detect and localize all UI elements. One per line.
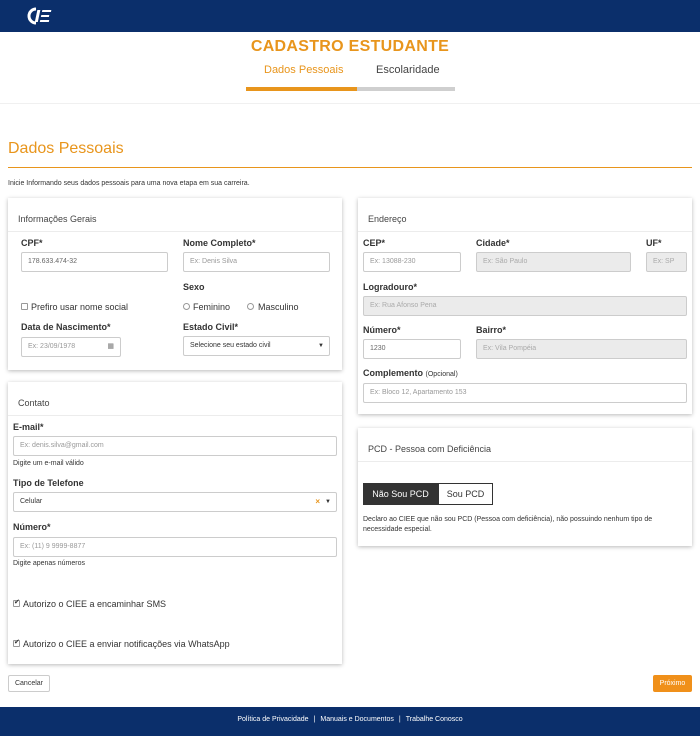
card-title: PCD - Pessoa com Deficiência	[368, 444, 492, 454]
page-title: CADASTRO ESTUDANTE	[250, 38, 450, 55]
pcd-declaration: Declaro ao CIEE que não sou PCD (Pessoa …	[363, 516, 653, 533]
nome-label: Nome Completo*	[183, 238, 256, 248]
card-title: Informações Gerais	[18, 214, 97, 224]
cidade-field: Ex: São Paulo	[476, 252, 631, 272]
complemento-label-text: Complemento	[363, 368, 424, 378]
numero-telefone-field[interactable]: Ex: (11) 9 9999-8877	[13, 537, 337, 557]
nascimento-field[interactable]: Ex: 23/09/1978 ▦	[21, 337, 121, 357]
step-dados-pessoais[interactable]: Dados Pessoais	[264, 64, 344, 76]
footer-link-manuais[interactable]: Manuais e Documentos	[320, 716, 394, 723]
complemento-optional: (Opcional)	[425, 371, 458, 378]
endereco-numero-field[interactable]: 1230	[363, 339, 461, 359]
sou-pcd-button[interactable]: Sou PCD	[438, 483, 493, 505]
email-label: E-mail*	[13, 422, 44, 432]
cpf-field[interactable]: 178.633.474-32	[21, 252, 168, 272]
sms-checkbox[interactable]	[13, 598, 20, 607]
card-divider	[358, 231, 692, 232]
steps-progress-bar	[246, 87, 455, 91]
footer-link-trabalhe[interactable]: Trabalhe Conosco	[406, 716, 463, 723]
nome-field[interactable]: Ex: Denis Silva	[183, 252, 330, 272]
card-title: Contato	[18, 398, 50, 408]
card-divider	[8, 231, 342, 232]
card-divider	[358, 461, 692, 462]
sexo-masculino-label[interactable]: Masculino	[258, 302, 299, 312]
estado-civil-label: Estado Civil*	[183, 322, 239, 332]
section-intro: Inicie Informando seus dados pessoais pa…	[8, 180, 250, 187]
cep-field[interactable]: Ex: 13088-230	[363, 252, 461, 272]
tipo-telefone-label: Tipo de Telefone	[13, 478, 84, 488]
nascimento-placeholder: Ex: 23/09/1978	[28, 343, 76, 350]
tipo-telefone-select[interactable]: Celular × ▼	[13, 492, 337, 512]
uf-field: Ex: SP	[646, 252, 687, 272]
endereco-numero-label: Número*	[363, 325, 401, 335]
cidade-label: Cidade*	[476, 238, 510, 248]
footer-separator: |	[313, 716, 316, 723]
footer-links: Política de Privacidade | Manuais e Docume…	[0, 716, 700, 723]
nao-sou-pcd-button[interactable]: Não Sou PCD	[363, 483, 438, 505]
email-field[interactable]: Ex: denis.silva@gmail.com	[13, 436, 337, 456]
cep-label: CEP*	[363, 238, 386, 248]
nome-social-label[interactable]: Prefiro usar nome social	[31, 302, 128, 312]
section-divider	[8, 167, 692, 168]
email-help: Digite um e-mail válido	[13, 460, 84, 467]
whatsapp-label[interactable]: Autorizo o CIEE a enviar notificações vi…	[23, 639, 230, 649]
calendar-icon[interactable]: ▦	[107, 338, 114, 356]
numero-help: Digite apenas números	[13, 560, 85, 567]
footer-separator: |	[398, 716, 401, 723]
cpf-label: CPF*	[21, 238, 43, 248]
chevron-down-icon: ▼	[318, 343, 324, 349]
sexo-masculino-radio[interactable]	[247, 303, 254, 310]
clear-icon[interactable]: ×	[315, 493, 320, 511]
sexo-feminino-label[interactable]: Feminino	[193, 302, 230, 312]
ciee-logo[interactable]	[24, 7, 54, 25]
card-contato: Contato	[8, 382, 342, 664]
next-button[interactable]: Próximo	[653, 675, 692, 692]
whatsapp-checkbox[interactable]	[13, 638, 20, 647]
sexo-label: Sexo	[183, 282, 205, 292]
numero-telefone-label: Número*	[13, 522, 51, 532]
step-escolaridade[interactable]: Escolaridade	[376, 64, 440, 76]
tipo-telefone-value: Celular	[20, 498, 43, 505]
card-title: Endereço	[368, 214, 407, 224]
chevron-down-icon: ▼	[325, 499, 331, 505]
sexo-feminino-radio[interactable]	[183, 303, 190, 310]
bairro-field: Ex: Vila Pompéia	[476, 339, 687, 359]
card-divider	[8, 415, 342, 416]
logradouro-field: Ex: Rua Afonso Pena	[363, 296, 687, 316]
nome-social-checkbox[interactable]	[21, 303, 28, 310]
cancel-button[interactable]: Cancelar	[8, 675, 50, 692]
section-title: Dados Pessoais	[8, 140, 124, 157]
logradouro-label: Logradouro*	[363, 282, 417, 292]
estado-civil-value: Selecione seu estado civil	[190, 342, 271, 349]
uf-label: UF*	[646, 238, 662, 248]
top-bar	[0, 0, 700, 32]
estado-civil-select[interactable]: Selecione seu estado civil ▼	[183, 336, 330, 356]
steps-progress-fill	[246, 87, 357, 91]
footer-link-privacidade[interactable]: Política de Privacidade	[237, 716, 308, 723]
header-divider	[0, 103, 700, 104]
sms-label[interactable]: Autorizo o CIEE a encaminhar SMS	[23, 599, 166, 609]
complemento-label: Complemento (Opcional)	[363, 368, 458, 378]
nascimento-label: Data de Nascimento*	[21, 322, 111, 332]
bairro-label: Bairro*	[476, 325, 507, 335]
complemento-field[interactable]: Ex: Bloco 12, Apartamento 153	[363, 383, 687, 403]
